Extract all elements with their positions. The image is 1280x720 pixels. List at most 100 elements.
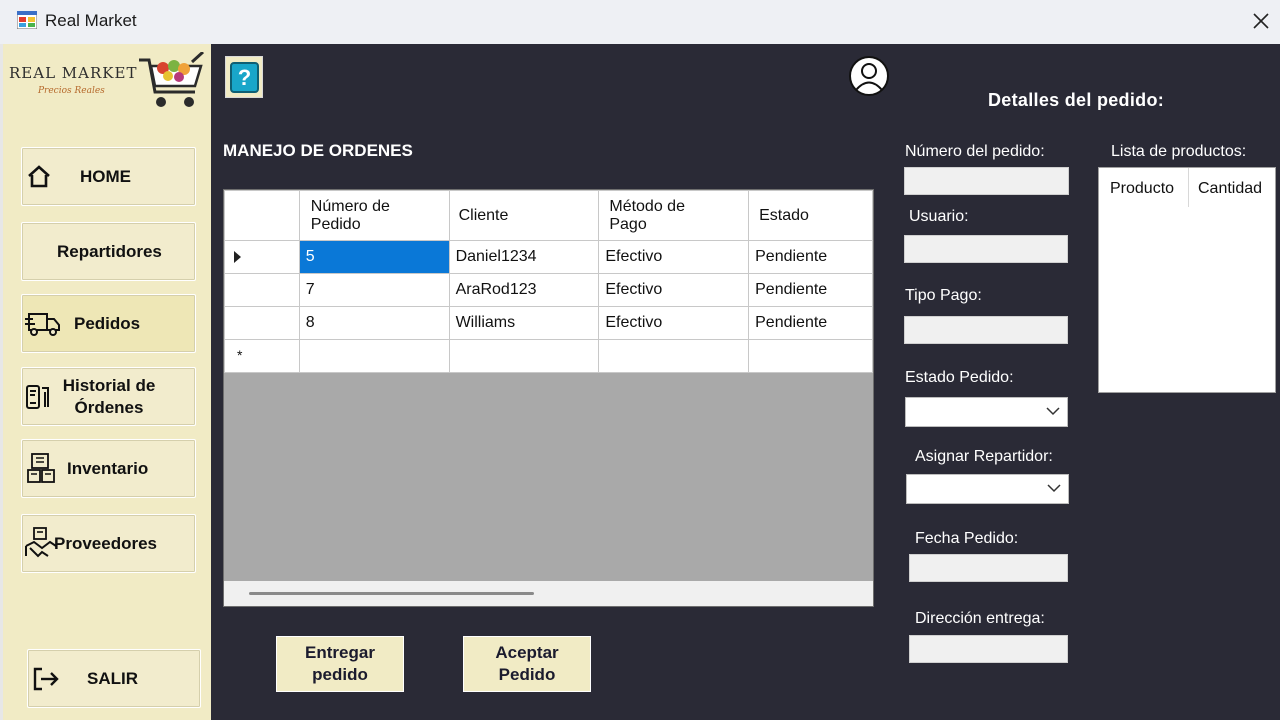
order-status-label: Estado Pedido: [905,369,1014,386]
column-header-text: Número de [310,197,390,215]
product-list-column-cantidad[interactable]: Cantidad [1189,168,1277,208]
sidebar-item-label: Repartidores [57,241,162,261]
logo-tagline: Precios Reales [38,86,105,96]
suppliers-handshake-icon [25,526,57,557]
shopping-cart-icon [139,52,205,107]
deliver-order-button[interactable]: Entregar pedido [276,636,404,692]
chevron-down-icon [1046,407,1060,416]
sidebar-item-inventario[interactable]: Inventario [21,439,196,498]
user-profile-icon[interactable] [848,55,890,97]
table-cell[interactable] [298,339,450,373]
close-icon[interactable] [1248,8,1274,34]
order-number-label: Número del pedido: [905,143,1045,160]
sidebar-item-label: Historial de Órdenes [59,375,159,419]
button-label-line1: Aceptar [495,643,559,662]
table-row[interactable]: 5 Daniel1234 Efectivo Pendiente [224,240,873,274]
table-cell[interactable]: Efectivo [598,240,750,274]
order-status-select[interactable] [905,397,1068,427]
sidebar-item-label: Proveedores [54,533,157,553]
sidebar-item-historial-ordenes[interactable]: Historial de Órdenes [21,367,196,426]
horizontal-scrollbar[interactable] [224,581,873,606]
help-button[interactable]: ? [225,56,263,98]
assign-courier-select[interactable] [906,474,1069,504]
product-list-column-producto[interactable]: Producto [1099,168,1189,207]
orders-table: Número de Pedido Cliente Método de Pago … [224,190,873,373]
column-header-estado[interactable]: Estado [748,190,873,241]
logo-name: REAL MARKET [9,64,138,82]
assign-courier-label: Asignar Repartidor: [915,448,1053,465]
table-row[interactable]: 8 Williams Efectivo Pendiente [224,306,873,340]
sidebar-item-repartidores[interactable]: Repartidores [21,222,196,281]
table-cell[interactable]: Efectivo [598,273,750,307]
table-cell[interactable]: Pendiente [748,240,873,274]
table-cell[interactable]: 7 [298,273,450,307]
row-selector[interactable] [224,306,300,340]
delivery-truck-icon [25,312,60,336]
order-date-field[interactable] [909,554,1068,582]
table-cell[interactable]: Pendiente [748,273,873,307]
app-icon [17,11,37,29]
table-cell[interactable] [598,339,750,373]
sidebar-item-proveedores[interactable]: Proveedores [21,514,196,573]
payment-type-field[interactable] [904,316,1068,344]
button-label-line2: pedido [312,665,368,684]
scrollbar-thumb[interactable] [249,592,534,595]
column-header-text: Método de [609,197,685,215]
row-selector[interactable] [224,240,300,274]
table-cell[interactable] [448,339,600,373]
real-market-logo: REAL MARKET Precios Reales [9,52,209,110]
exit-button[interactable]: SALIR [27,649,201,708]
sidebar-item-label: Inventario [67,458,149,478]
current-row-arrow-icon [234,250,241,263]
user-field[interactable] [904,235,1068,263]
order-number-field[interactable] [904,167,1069,195]
new-row-marker: * [237,347,243,363]
row-selector[interactable]: * [224,339,300,373]
delivery-address-field[interactable] [909,635,1068,663]
sidebar-item-label-line1: Historial de [62,375,156,395]
column-header-metodo-pago[interactable]: Método de Pago [598,190,750,241]
column-header-text: Pedido [310,215,361,233]
column-header-numero-pedido[interactable]: Número de Pedido [298,190,450,241]
table-cell[interactable]: Efectivo [598,306,750,340]
exit-label: SALIR [87,668,138,688]
chevron-down-icon [1047,484,1061,493]
orders-grid[interactable]: Número de Pedido Cliente Método de Pago … [223,189,874,607]
table-cell[interactable]: Daniel1234 [448,240,600,274]
table-cell[interactable]: 8 [298,306,450,340]
sidebar-item-label: Pedidos [74,313,141,333]
column-header-text: Pago [609,215,647,233]
accept-order-button[interactable]: Aceptar Pedido [463,636,591,692]
row-header-corner [224,190,300,241]
home-icon [28,164,50,187]
details-title: Detalles del pedido: [988,90,1165,110]
window-title: Real Market [45,11,137,30]
order-date-label: Fecha Pedido: [915,530,1019,547]
table-cell[interactable]: 5 [298,240,450,274]
order-history-icon [26,384,49,409]
user-label: Usuario: [909,208,969,225]
button-label-line2: Pedido [498,665,556,684]
delivery-address-label: Dirección entrega: [915,610,1045,627]
window-titlebar: Real Market [0,0,1280,44]
table-cell[interactable]: Williams [448,306,600,340]
table-cell[interactable]: Pendiente [748,306,873,340]
sidebar-item-home[interactable]: HOME [21,147,196,206]
product-list[interactable]: Producto Cantidad [1098,167,1276,393]
table-cell[interactable]: AraRod123 [448,273,600,307]
inventory-icon [27,452,55,483]
product-list-label: Lista de productos: [1111,143,1247,160]
sidebar-item-label-line2: Órdenes [74,397,144,417]
new-row[interactable]: * [224,339,873,373]
table-cell[interactable] [748,339,873,373]
logout-icon [33,667,59,690]
row-selector[interactable] [224,273,300,307]
sidebar-item-label: HOME [80,166,131,186]
column-header-text: Cliente [458,206,509,224]
table-header-row: Número de Pedido Cliente Método de Pago … [224,190,873,241]
sidebar-item-pedidos[interactable]: Pedidos [21,294,196,353]
button-label-line1: Entregar [305,643,375,662]
column-header-cliente[interactable]: Cliente [448,190,600,241]
help-icon: ? [230,62,259,93]
table-row[interactable]: 7 AraRod123 Efectivo Pendiente [224,273,873,307]
